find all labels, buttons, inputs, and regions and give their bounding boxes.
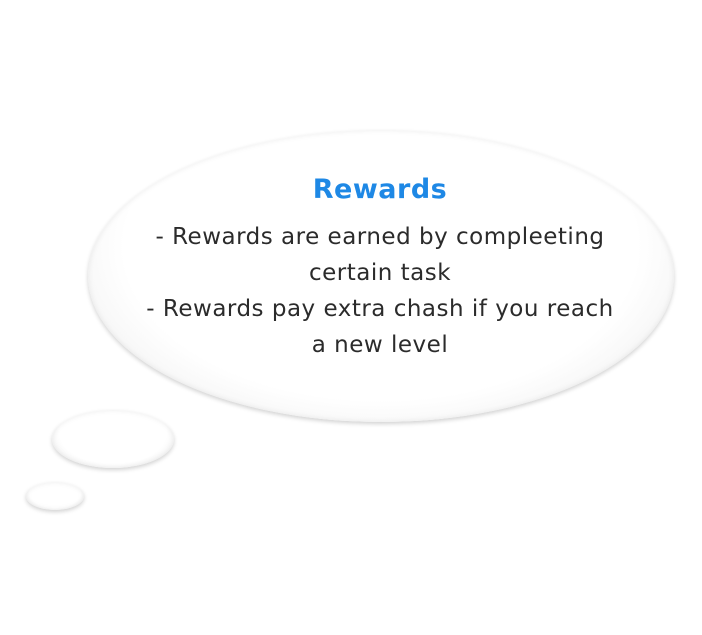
rewards-title: Rewards: [312, 174, 448, 205]
rewards-line-4: a new level: [311, 332, 449, 358]
thought-bubble-tail-small: [26, 482, 84, 510]
thought-bubble-tail-large: [52, 410, 174, 468]
rewards-line-2: certain task: [308, 260, 452, 286]
rewards-line-3: - Rewards pay extra chash if you reach: [146, 296, 614, 322]
rewards-line-1: - Rewards are earned by compleeting: [155, 224, 605, 250]
bubble-content: Rewards - Rewards are earned by compleet…: [120, 170, 640, 363]
